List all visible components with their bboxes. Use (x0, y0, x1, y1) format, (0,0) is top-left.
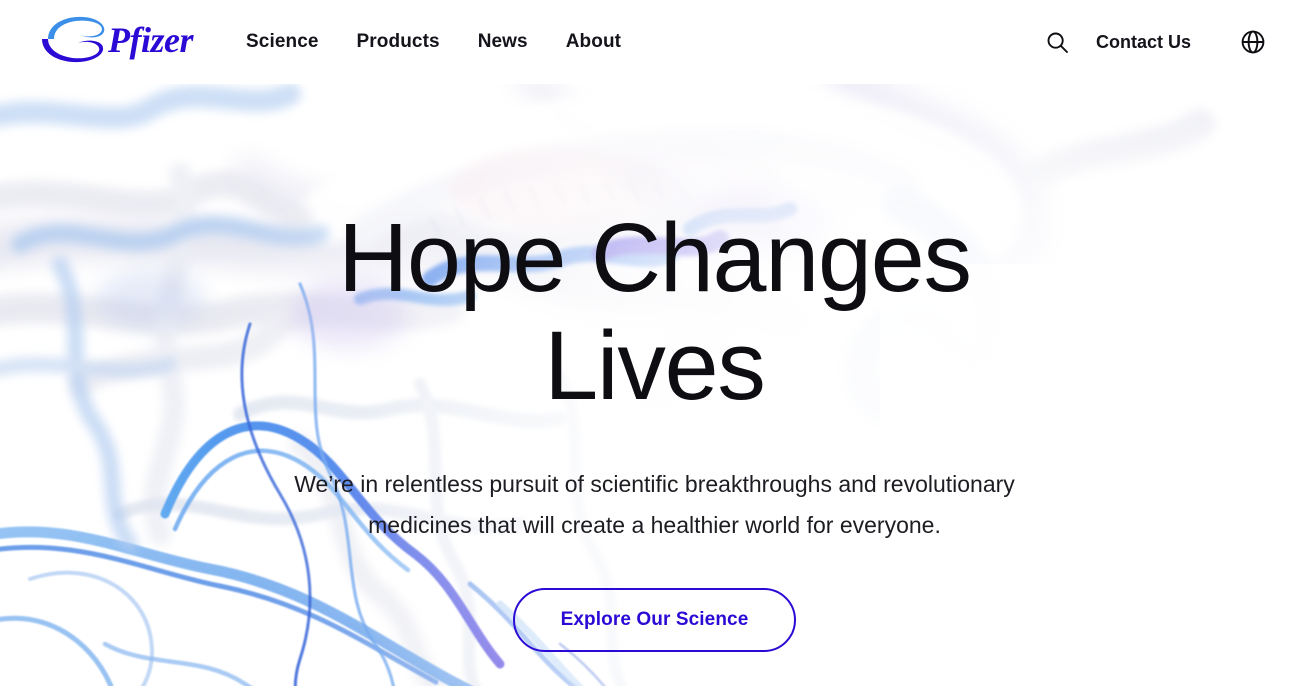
nav-item-about[interactable]: About (566, 31, 621, 53)
pfizer-helix-logo-icon: Pfizer (42, 16, 194, 63)
hero-subtitle: We’re in relentless pursuit of scientifi… (294, 471, 1015, 538)
globe-icon (1241, 30, 1265, 54)
hero-headline: Hope Changes Lives (205, 204, 1105, 420)
hero-headline-line-2: Lives (544, 311, 766, 420)
nav-item-science[interactable]: Science (246, 31, 319, 53)
hero-section: Hope Changes Lives We’re in relentless p… (0, 84, 1309, 686)
svg-text:Pfizer: Pfizer (107, 20, 194, 60)
nav-item-news[interactable]: News (478, 31, 528, 53)
pfizer-logo-link[interactable]: Pfizer (42, 14, 194, 70)
search-icon (1048, 32, 1069, 53)
main-navigation: Science Products News About (246, 31, 621, 53)
hero-headline-line-1: Hope Changes (338, 203, 972, 312)
page-root: Pfizer Science Products News About Conta… (0, 0, 1309, 686)
contact-us-link[interactable]: Contact Us (1096, 32, 1191, 53)
explore-our-science-button[interactable]: Explore Our Science (512, 588, 797, 652)
language-selector-button[interactable] (1233, 22, 1273, 62)
nav-item-products[interactable]: Products (357, 31, 440, 53)
search-button[interactable] (1036, 20, 1080, 64)
site-header: Pfizer Science Products News About Conta… (0, 0, 1309, 84)
header-actions: Contact Us (1036, 20, 1273, 64)
